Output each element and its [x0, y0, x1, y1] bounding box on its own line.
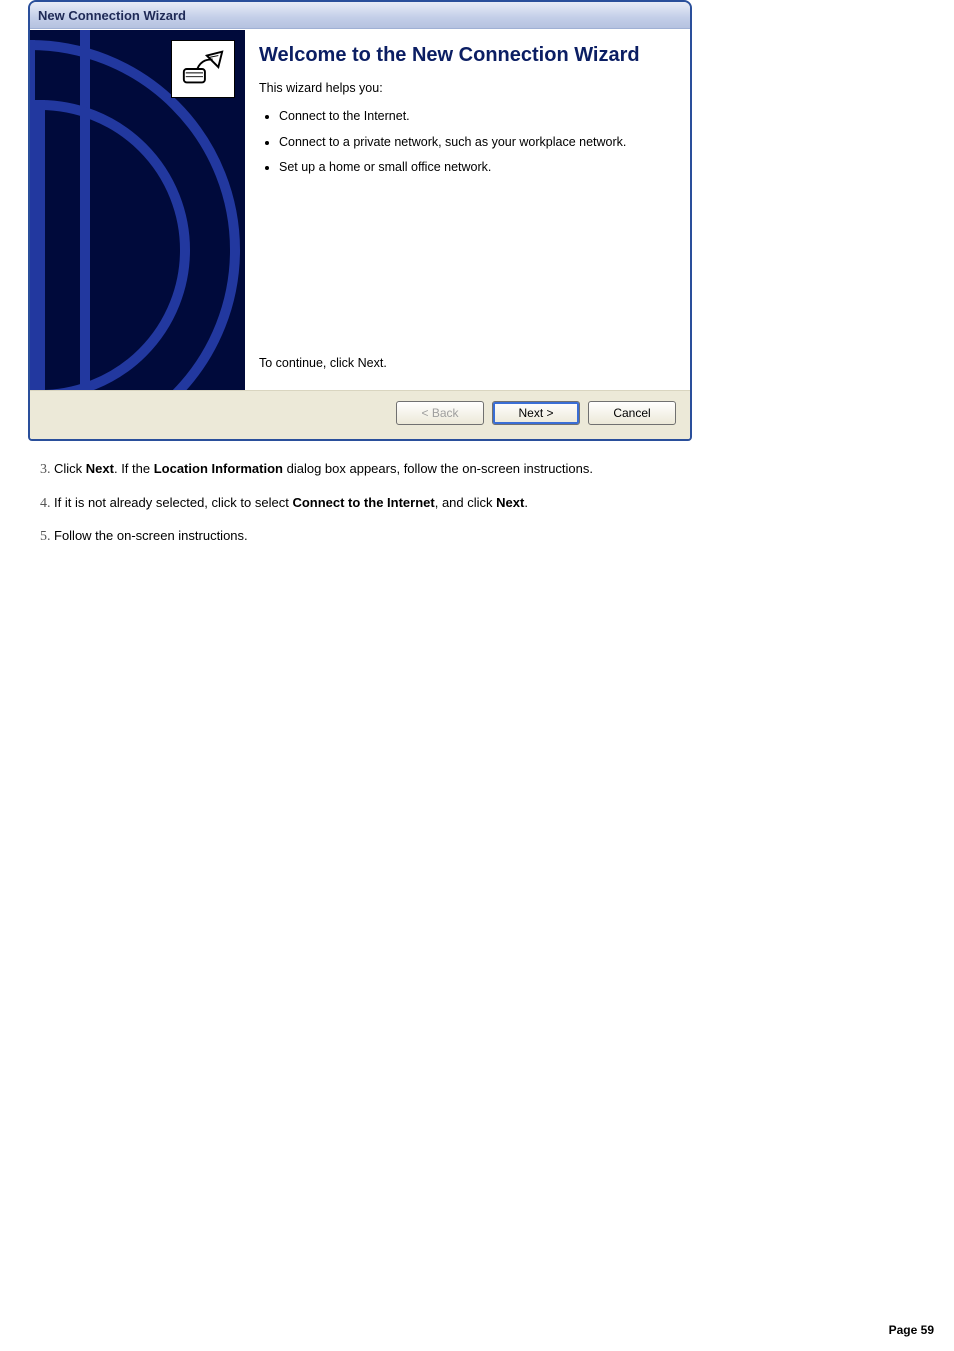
instruction-step: Click Next. If the Location Information …: [54, 459, 938, 479]
wizard-bullet-list: Connect to the Internet. Connect to a pr…: [265, 103, 672, 186]
instruction-step: If it is not already selected, click to …: [54, 493, 938, 513]
dialog-titlebar: New Connection Wizard: [30, 2, 690, 29]
wizard-bullet: Connect to a private network, such as yo…: [279, 135, 672, 151]
bold-term: Next: [86, 461, 114, 476]
bold-term: Connect to the Internet: [292, 495, 434, 510]
wizard-bullet: Connect to the Internet.: [279, 109, 672, 125]
dialog-body: Welcome to the New Connection Wizard Thi…: [30, 29, 690, 390]
wizard-intro: This wizard helps you:: [259, 81, 672, 95]
connection-icon: [171, 40, 235, 98]
new-connection-wizard-dialog: New Connection Wizard Welco: [28, 0, 692, 441]
wizard-bullet: Set up a home or small office network.: [279, 160, 672, 176]
page-number: Page 59: [889, 1323, 934, 1337]
bold-term: Next: [496, 495, 524, 510]
dialog-title: New Connection Wizard: [38, 8, 186, 23]
wizard-side-panel: [30, 30, 245, 390]
cancel-button[interactable]: Cancel: [588, 401, 676, 425]
next-button[interactable]: Next >: [492, 401, 580, 425]
instruction-steps: Click Next. If the Location Information …: [44, 459, 938, 546]
back-button[interactable]: < Back: [396, 401, 484, 425]
wizard-content: Welcome to the New Connection Wizard Thi…: [245, 30, 690, 390]
bold-term: Location Information: [154, 461, 283, 476]
dialog-button-row: < Back Next > Cancel: [30, 390, 690, 439]
wizard-continue-text: To continue, click Next.: [259, 356, 672, 370]
instruction-step: Follow the on-screen instructions.: [54, 526, 938, 546]
wizard-heading: Welcome to the New Connection Wizard: [259, 44, 672, 67]
